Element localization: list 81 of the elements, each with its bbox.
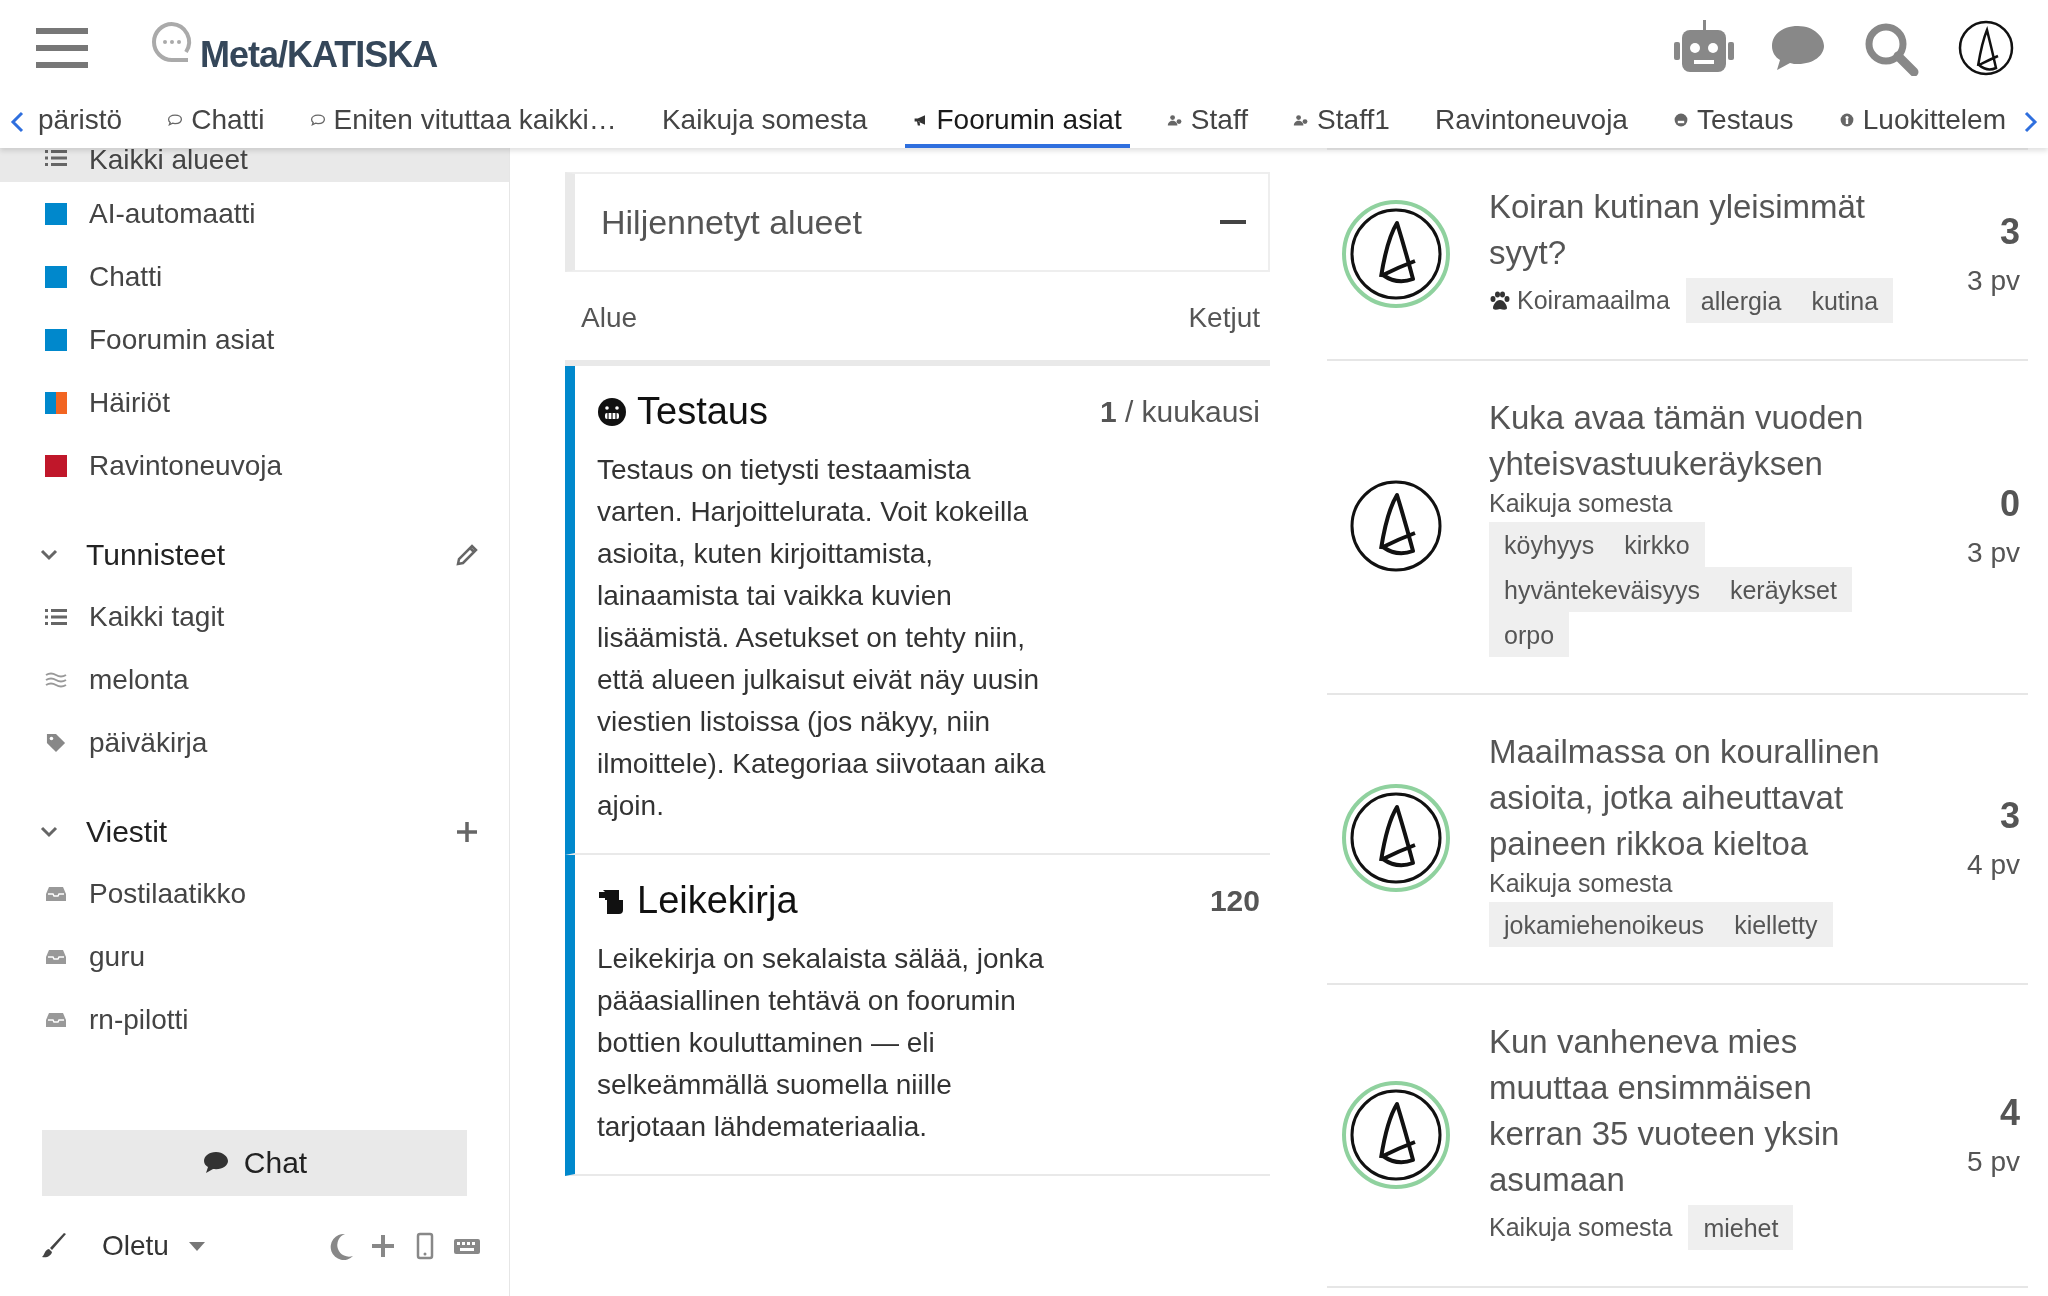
tag[interactable]: hyväntekeväisyys	[1489, 567, 1715, 612]
chat-icon	[309, 112, 326, 128]
nav-tab[interactable]: Luokittelem	[1830, 96, 2014, 148]
sidebar-item[interactable]: Chatti	[0, 245, 509, 308]
category-link[interactable]: Kaikuja somesta	[1489, 1213, 1673, 1242]
topic-title[interactable]: Kuka avaa tämän vuoden yhteisvastuukeräyksen	[1489, 395, 1894, 487]
tag[interactable]: kirkko	[1609, 522, 1705, 567]
sidebar-item[interactable]: rn-pilotti	[0, 988, 509, 1051]
topic-age: 3 pv	[1967, 537, 2020, 569]
sidebar-item[interactable]: Foorumin asiat	[0, 308, 509, 371]
tag[interactable]: kutina	[1796, 278, 1894, 323]
tag[interactable]: kielletty	[1719, 902, 1833, 947]
topic-title[interactable]: Kun vanheneva mies muuttaa ensimmäisen kerran 35 vuoteen yksin asumaan	[1489, 1019, 1894, 1203]
list-icon	[45, 606, 67, 627]
reply-count: 0	[1999, 483, 2020, 525]
category-swatch	[45, 391, 67, 414]
nav-tab[interactable]: Staff1	[1285, 96, 1398, 148]
tag[interactable]: köyhyys	[1489, 522, 1610, 567]
reply-count: 4	[1999, 1091, 2020, 1134]
chat-button[interactable]: Chat	[42, 1130, 467, 1196]
sidebar-item[interactable]: AI-automaatti	[0, 182, 509, 245]
nav-tab[interactable]: Staff	[1158, 96, 1256, 148]
tag[interactable]: allergia	[1685, 278, 1797, 323]
reply-count: 3	[1999, 795, 2020, 837]
column-header: Alue	[581, 302, 638, 334]
paw-icon	[1489, 290, 1511, 311]
people-icon	[1293, 112, 1310, 128]
list-icon	[45, 148, 67, 168]
plus-icon[interactable]	[369, 1232, 397, 1260]
topic-title[interactable]: Koiran kutinan yleisimmät syyt?	[1489, 184, 1894, 276]
badge-icon	[1838, 112, 1855, 128]
reply-count: 3	[1999, 210, 2020, 253]
chat-icon	[167, 112, 184, 128]
category-name[interactable]: Testaus	[637, 390, 1090, 433]
sidebar-item[interactable]: Postilaatikko	[0, 862, 509, 925]
category-row[interactable]: Leikekirja 120 Leikekirja on sekalaista sälää, jonka pääasiallinen tehtävä on foorumin bottien kouluttaminen — eli selkeämmällä suomella niille tarjotaan lähdemateriaalia.	[565, 855, 1270, 1176]
category-link[interactable]: Kaikuja somesta	[1489, 869, 1673, 898]
section-title[interactable]: Viestit	[86, 815, 455, 849]
face-icon	[1673, 112, 1690, 128]
topic-count: 1 / kuukausi	[1099, 394, 1260, 429]
tag[interactable]: miehet	[1688, 1205, 1794, 1250]
sidebar-item[interactable]: Ravintoneuvoja	[0, 434, 509, 497]
avatar[interactable]	[1341, 1079, 1451, 1190]
category-name[interactable]: Leikekirja	[637, 879, 1200, 922]
topic-count: 120	[1209, 883, 1260, 918]
category-description: Leikekirja on sekalaista sälää, jonka pääasiallinen tehtävä on foorumin bottien kouluttaminen — eli selkeämmällä suomella niille tarjotaan lähdemateriaalia.	[597, 942, 1045, 1144]
nav-tab[interactable]: Ravintoneuvoja	[1426, 96, 1636, 148]
tag[interactable]: orpo	[1489, 612, 1570, 657]
category-link[interactable]: Kaikuja somesta	[1489, 489, 1673, 518]
sidebar-item[interactable]: guru	[0, 925, 509, 988]
theme-selector[interactable]: Oletu	[102, 1230, 169, 1262]
category-description: Testaus on tietysti testaamista varten. Harjoittelurata. Voit kokeilla asioita, kuten kirjoittamista, lainaamista tai vaikka kuvien lisäämistä. Asetukset on tehty niin, että alueen julkaisut eivät näy uusin viestien listoissa (jos näkyy, niin ilmoittele). Kategoriaa siivotaan aika ajoin.	[597, 453, 1047, 823]
tag-icon	[45, 732, 67, 753]
site-title[interactable]: Meta/KATISKA	[200, 34, 438, 76]
category-row[interactable]	[565, 366, 1270, 855]
avatar[interactable]	[1341, 198, 1451, 309]
plus-icon[interactable]	[455, 820, 479, 844]
sidebar-item[interactable]: Häiriöt	[0, 371, 509, 434]
face-icon	[597, 396, 627, 427]
sidebar-item[interactable]: päiväkirja	[0, 711, 509, 774]
avatar[interactable]	[1341, 783, 1451, 893]
nav-tab[interactable]: Testaus	[1665, 96, 1802, 148]
section-title[interactable]: Tunnisteet	[86, 538, 455, 572]
tag[interactable]: keräykset	[1714, 567, 1852, 612]
category-link[interactable]: Koiramaailma	[1489, 286, 1670, 315]
nav-tab[interactable]: Foorumin asiat	[904, 96, 1130, 148]
people-icon	[1166, 112, 1183, 128]
sidebar-item[interactable]: melonta	[0, 648, 509, 711]
topic-age: 3 pv	[1967, 264, 2020, 297]
panel-title: Hiljennetyt alueet	[601, 202, 863, 242]
menu-icon[interactable]	[36, 26, 88, 70]
sidebar-item[interactable]: Kaikki tagit	[0, 585, 509, 648]
nav-tab[interactable]: Kaikuja somesta	[653, 96, 876, 148]
column-header: Ketjut	[1188, 302, 1260, 334]
muted-categories-panel[interactable]: Hiljennetyt alueet	[565, 172, 1270, 272]
topic-age: 4 pv	[1967, 849, 2020, 881]
tag[interactable]: jokamiehenoikeus	[1489, 902, 1720, 947]
pencil-icon[interactable]	[455, 543, 479, 567]
topic-title[interactable]: Maailmassa on kourallinen asioita, jotka aiheuttavat paineen rikkoa kieltoa	[1489, 729, 1894, 867]
brush-icon[interactable]	[40, 1232, 68, 1260]
topic-age: 5 pv	[1967, 1145, 2020, 1178]
